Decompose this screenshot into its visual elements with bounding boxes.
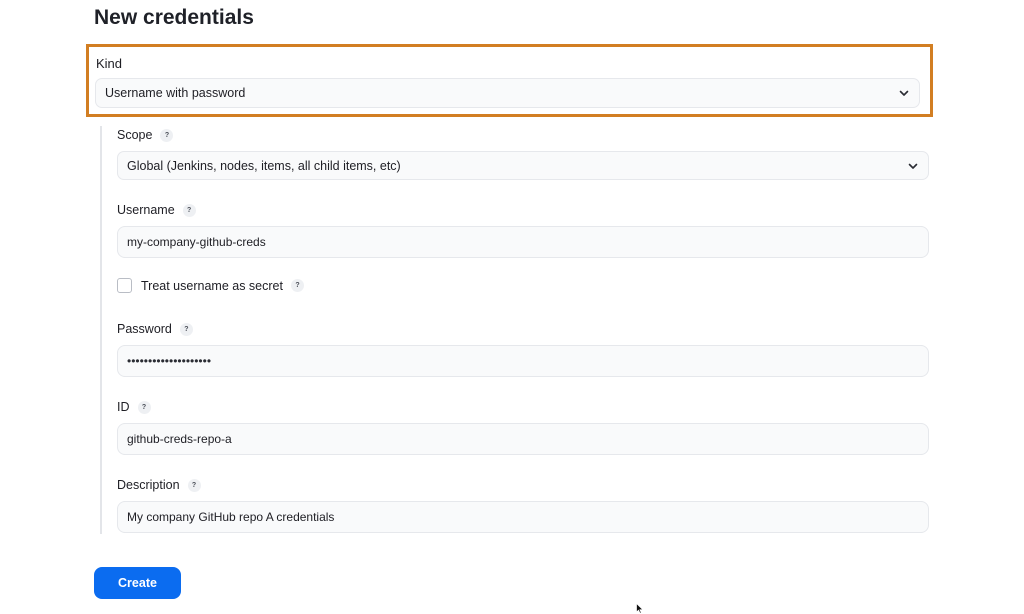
password-input[interactable]: •••••••••••••••••••• [117, 345, 929, 377]
scope-help-icon[interactable]: ? [160, 128, 174, 142]
treat-username-secret-row: Treat username as secret ? [117, 278, 304, 293]
username-label: Username [117, 203, 175, 217]
password-input-value: •••••••••••••••••••• [127, 354, 212, 368]
treat-username-secret-help-icon[interactable]: ? [290, 279, 304, 292]
username-input-value: my-company-github-creds [127, 235, 266, 249]
password-label-row: Password ? [117, 322, 193, 336]
id-input[interactable]: github-creds-repo-a [117, 423, 929, 455]
description-input[interactable]: My company GitHub repo A credentials [117, 501, 929, 533]
id-label-row: ID ? [117, 400, 151, 414]
new-credentials-page: New credentials Kind Username with passw… [0, 0, 1024, 614]
chevron-down-icon [899, 90, 909, 96]
description-label-row: Description ? [117, 478, 201, 492]
create-button[interactable]: Create [94, 567, 181, 599]
page-title: New credentials [94, 6, 254, 29]
mouse-pointer-icon [636, 603, 644, 614]
scope-select[interactable]: Global (Jenkins, nodes, items, all child… [117, 151, 929, 180]
id-label: ID [117, 400, 130, 414]
scope-select-value: Global (Jenkins, nodes, items, all child… [127, 158, 401, 173]
id-input-value: github-creds-repo-a [127, 432, 232, 446]
credentials-form-section: Scope ? Global (Jenkins, nodes, items, a… [100, 126, 932, 534]
kind-select-value: Username with password [105, 86, 246, 100]
kind-label: Kind [96, 56, 123, 71]
kind-select[interactable]: Username with password [95, 78, 920, 108]
username-label-row: Username ? [117, 203, 196, 217]
scope-label: Scope [117, 128, 153, 142]
chevron-down-icon [908, 163, 918, 169]
description-help-icon[interactable]: ? [187, 478, 201, 492]
password-help-icon[interactable]: ? [179, 322, 193, 336]
scope-label-row: Scope ? [117, 128, 174, 142]
username-input[interactable]: my-company-github-creds [117, 226, 929, 258]
kind-highlight-box: Kind Username with password [86, 44, 933, 117]
description-label: Description [117, 478, 180, 492]
treat-username-secret-label[interactable]: Treat username as secret [141, 279, 283, 293]
password-label: Password [117, 322, 172, 336]
username-help-icon[interactable]: ? [182, 203, 196, 217]
id-help-icon[interactable]: ? [137, 400, 151, 414]
treat-username-secret-checkbox[interactable] [117, 278, 132, 293]
description-input-value: My company GitHub repo A credentials [127, 510, 335, 524]
